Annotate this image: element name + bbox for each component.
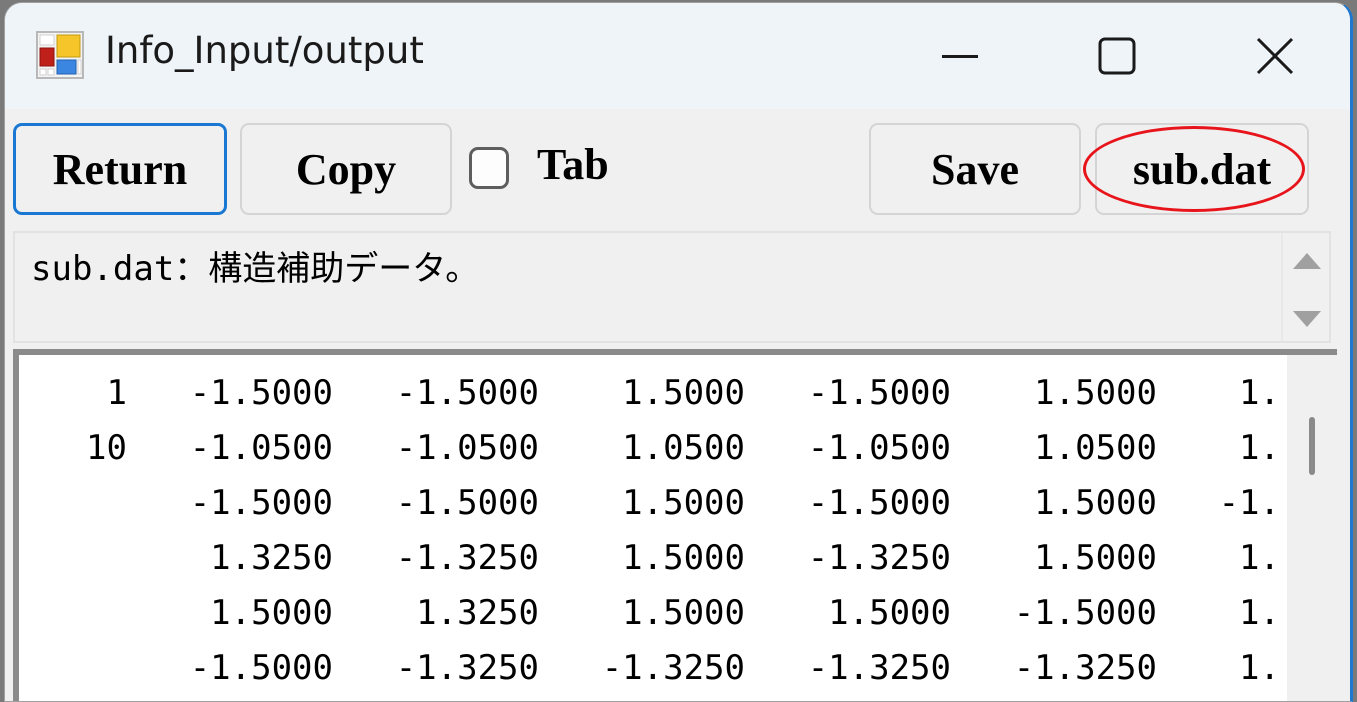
value-cell: -1.5000 bbox=[395, 482, 539, 523]
tab-checkbox-label[interactable]: Tab bbox=[537, 139, 609, 190]
value-cell: 1.0500 bbox=[1034, 427, 1157, 468]
description-text: sub.dat：構造補助データ。 bbox=[31, 249, 480, 289]
row-index-cell: 1 bbox=[106, 372, 127, 413]
value-cell: -1.5000 bbox=[807, 482, 951, 523]
value-cell: 1.5000 bbox=[210, 592, 333, 633]
table-row: 10 -1.0500 -1.0500 1.0500 -1.0500 1.0500 1. bbox=[19, 420, 1280, 475]
value-cell: -1.5000 bbox=[807, 372, 951, 413]
value-cell: 1.5000 bbox=[622, 537, 745, 578]
app-icon bbox=[36, 31, 84, 79]
row-index-cell bbox=[19, 585, 127, 640]
value-cell: 1.5000 bbox=[1034, 372, 1157, 413]
maximize-icon bbox=[1098, 37, 1136, 75]
value-cell: -1.0500 bbox=[807, 427, 951, 468]
subdat-button[interactable]: sub.dat bbox=[1095, 123, 1309, 215]
description-textbox[interactable]: sub.dat：構造補助データ。 bbox=[13, 231, 1331, 343]
value-cell: -1.3250 bbox=[395, 537, 539, 578]
value-cell: -1.3250 bbox=[601, 647, 745, 688]
close-icon bbox=[1256, 37, 1294, 75]
value-cell: 1.5000 bbox=[1034, 537, 1157, 578]
value-cell: -1.3250 bbox=[1013, 647, 1157, 688]
value-cell: -1. bbox=[1218, 482, 1280, 523]
value-cell: -1.5000 bbox=[189, 482, 333, 523]
value-cell: 1.3250 bbox=[210, 537, 333, 578]
value-cell: 1. bbox=[1239, 537, 1280, 578]
value-cell: 1. bbox=[1239, 592, 1280, 633]
value-cell: -1.3250 bbox=[395, 647, 539, 688]
value-cell: 1.5000 bbox=[622, 592, 745, 633]
value-cell: 1.5000 bbox=[622, 372, 745, 413]
window-title: Info_Input/output bbox=[105, 29, 424, 72]
value-cell: -1.0500 bbox=[189, 427, 333, 468]
data-table: 1 -1.5000 -1.5000 1.5000 -1.5000 1.5000 1. 10 -1… bbox=[19, 365, 1280, 695]
scroll-thumb[interactable] bbox=[1309, 417, 1315, 475]
value-cell: 1.5000 bbox=[828, 592, 951, 633]
value-cell: -1.5000 bbox=[395, 372, 539, 413]
value-cell: 1.3250 bbox=[416, 592, 539, 633]
title-bar[interactable]: Info_Input/output bbox=[5, 3, 1350, 109]
table-row: 1 -1.5000 -1.5000 1.5000 -1.5000 1.5000 1. bbox=[19, 365, 1280, 420]
value-cell: -1.5000 bbox=[189, 647, 333, 688]
value-cell: -1.3250 bbox=[807, 647, 951, 688]
value-cell: 1.0500 bbox=[622, 427, 745, 468]
maximize-button[interactable] bbox=[1077, 23, 1157, 89]
value-cell: -1.3250 bbox=[807, 537, 951, 578]
data-textbox[interactable]: 1 -1.5000 -1.5000 1.5000 -1.5000 1.5000 1. 10 -1… bbox=[13, 349, 1337, 701]
value-cell: 1.5000 bbox=[1034, 482, 1157, 523]
table-row: -1.5000 -1.5000 1.5000 -1.5000 1.5000 -1. bbox=[19, 475, 1280, 530]
scroll-up-icon[interactable] bbox=[1293, 253, 1321, 269]
row-index-cell bbox=[19, 640, 127, 695]
value-cell: 1. bbox=[1239, 647, 1280, 688]
row-index-cell bbox=[19, 475, 127, 530]
value-cell: 1.5000 bbox=[622, 482, 745, 523]
row-index-cell: 10 bbox=[86, 427, 127, 468]
description-scrollbar[interactable] bbox=[1281, 233, 1329, 341]
value-cell: -1.5000 bbox=[1013, 592, 1157, 633]
scroll-down-icon[interactable] bbox=[1293, 311, 1321, 327]
value-cell: 1. bbox=[1239, 372, 1280, 413]
value-cell: -1.0500 bbox=[395, 427, 539, 468]
value-cell: -1.5000 bbox=[189, 372, 333, 413]
value-cell: 1. bbox=[1239, 427, 1280, 468]
minimize-button[interactable] bbox=[920, 23, 1000, 89]
data-scrollbar[interactable] bbox=[1287, 355, 1337, 701]
minimize-icon bbox=[942, 55, 978, 58]
return-button[interactable]: Return bbox=[13, 123, 227, 215]
copy-button[interactable]: Copy bbox=[240, 123, 452, 215]
row-index-cell bbox=[19, 530, 127, 585]
save-button[interactable]: Save bbox=[869, 123, 1081, 215]
table-row: 1.5000 1.3250 1.5000 1.5000 -1.5000 1. bbox=[19, 585, 1280, 640]
table-row: 1.3250 -1.3250 1.5000 -1.3250 1.5000 1. bbox=[19, 530, 1280, 585]
app-window: Info_Input/output Return Copy Tab Save s… bbox=[4, 2, 1353, 702]
table-row: -1.5000 -1.3250 -1.3250 -1.3250 -1.3250 1. bbox=[19, 640, 1280, 695]
close-button[interactable] bbox=[1235, 23, 1315, 89]
tab-checkbox[interactable] bbox=[469, 147, 509, 189]
